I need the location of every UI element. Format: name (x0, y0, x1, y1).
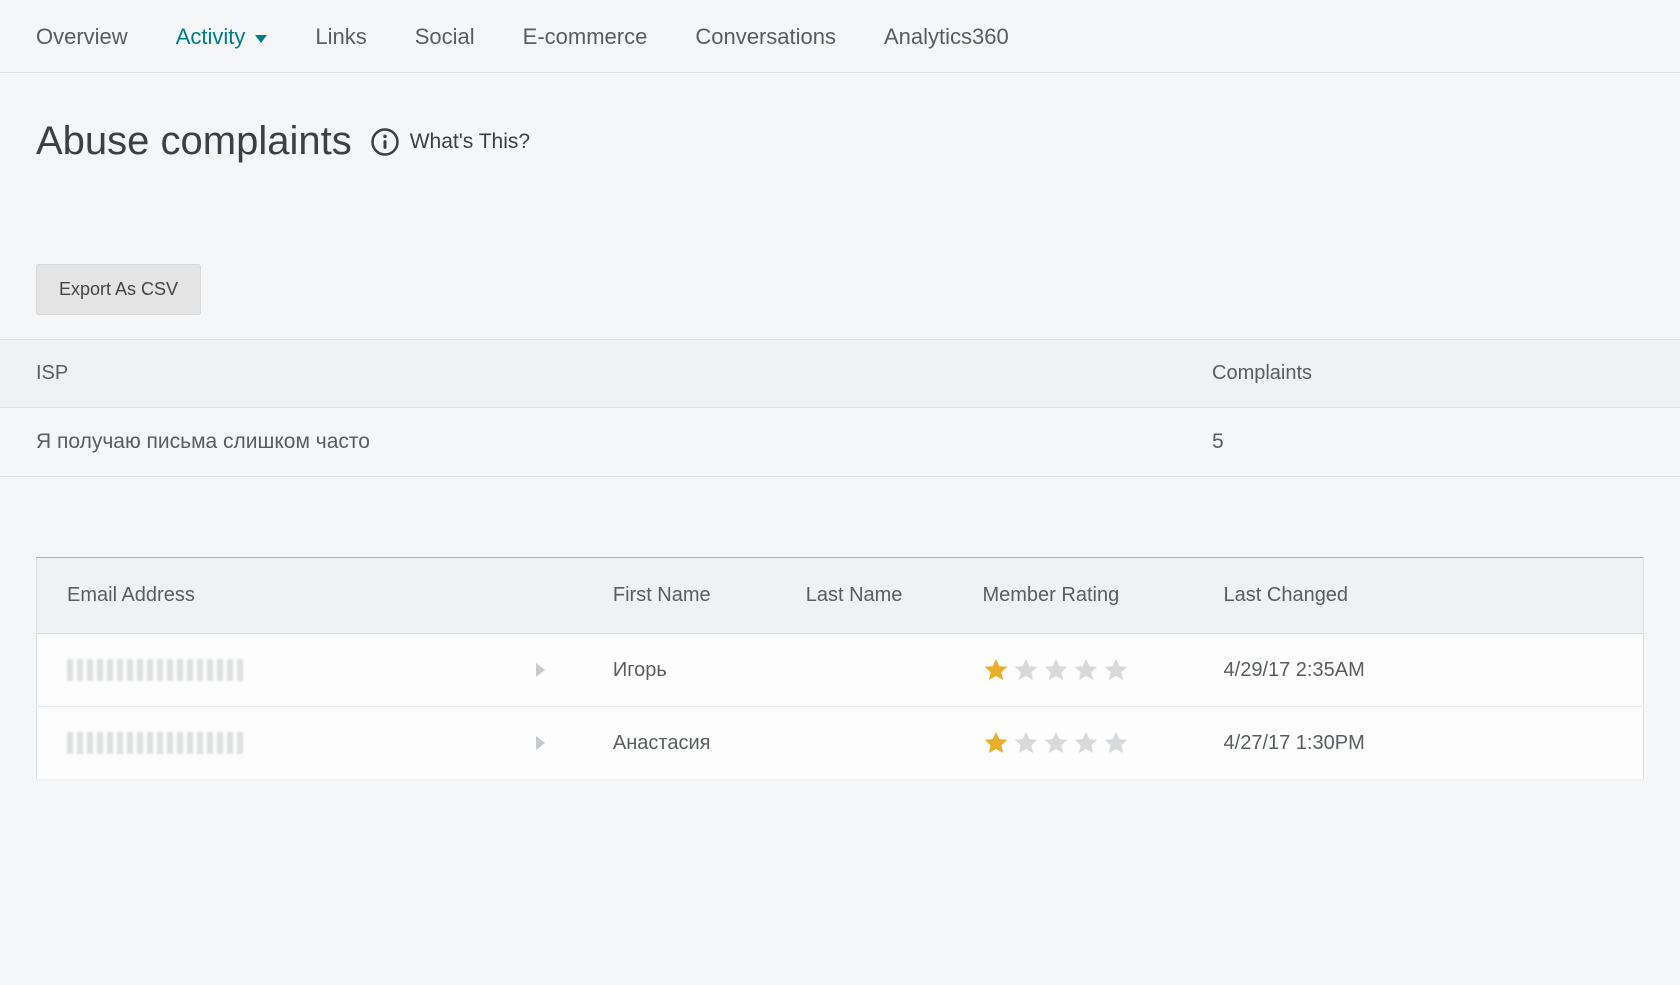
cell-first-name: Анастасия (583, 707, 776, 780)
email-redacted (67, 732, 247, 754)
star-empty-icon (1012, 656, 1040, 684)
tab-conversations[interactable]: Conversations (695, 24, 836, 50)
header-last-name: Last Name (776, 558, 953, 634)
header-first-name: First Name (583, 558, 776, 634)
whats-this-link[interactable]: What's This? (370, 127, 530, 157)
header-last-changed: Last Changed (1194, 558, 1644, 634)
cell-last-name (776, 634, 953, 707)
cell-last-name (776, 707, 953, 780)
chevron-right-icon[interactable] (536, 736, 545, 750)
summary-header-complaints: Complaints (1176, 340, 1680, 408)
tab-activity[interactable]: Activity (176, 24, 268, 50)
actions-bar: Export As CSV (0, 174, 1680, 339)
cell-email (37, 634, 583, 707)
export-csv-button[interactable]: Export As CSV (36, 264, 201, 315)
table-row[interactable]: Игорь 4/29/17 2:35AM (37, 634, 1644, 707)
star-empty-icon (1012, 729, 1040, 757)
summary-header-isp: ISP (0, 340, 1176, 408)
tab-analytics360[interactable]: Analytics360 (884, 24, 1009, 50)
detail-table-wrap: Email Address First Name Last Name Membe… (0, 477, 1680, 780)
header-email: Email Address (37, 558, 583, 634)
summary-row: Я получаю письма слишком часто 5 (0, 408, 1680, 477)
detail-table-header: Email Address First Name Last Name Membe… (37, 558, 1644, 634)
page-title: Abuse complaints (36, 119, 352, 164)
star-empty-icon (1042, 729, 1070, 757)
header-member-rating: Member Rating (952, 558, 1193, 634)
tab-overview[interactable]: Overview (36, 24, 128, 50)
star-empty-icon (1102, 656, 1130, 684)
star-empty-icon (1102, 729, 1130, 757)
info-icon (370, 127, 400, 157)
cell-email (37, 707, 583, 780)
cell-rating (952, 707, 1193, 780)
chevron-right-icon[interactable] (536, 663, 545, 677)
tab-ecommerce[interactable]: E-commerce (523, 24, 648, 50)
star-empty-icon (1072, 656, 1100, 684)
page-header: Abuse complaints What's This? (0, 73, 1680, 174)
star-rating (982, 656, 1163, 684)
cell-rating (952, 634, 1193, 707)
cell-first-name: Игорь (583, 634, 776, 707)
tab-activity-label: Activity (176, 24, 246, 50)
star-empty-icon (1072, 729, 1100, 757)
summary-cell-isp: Я получаю письма слишком часто (0, 408, 1176, 477)
star-empty-icon (1042, 656, 1070, 684)
star-filled-icon (982, 656, 1010, 684)
cell-last-changed: 4/27/17 1:30PM (1194, 707, 1644, 780)
detail-table: Email Address First Name Last Name Membe… (36, 557, 1644, 780)
whats-this-label: What's This? (410, 130, 530, 154)
tab-links[interactable]: Links (315, 24, 366, 50)
table-row[interactable]: Анастасия 4/27/17 1:30PM (37, 707, 1644, 780)
cell-last-changed: 4/29/17 2:35AM (1194, 634, 1644, 707)
email-redacted (67, 659, 247, 681)
summary-cell-complaints: 5 (1176, 408, 1680, 477)
tab-nav: Overview Activity Links Social E-commerc… (0, 0, 1680, 73)
chevron-down-icon (255, 35, 267, 43)
summary-table-header: ISP Complaints (0, 340, 1680, 408)
summary-table: ISP Complaints Я получаю письма слишком … (0, 339, 1680, 477)
star-filled-icon (982, 729, 1010, 757)
tab-social[interactable]: Social (415, 24, 475, 50)
star-rating (982, 729, 1163, 757)
